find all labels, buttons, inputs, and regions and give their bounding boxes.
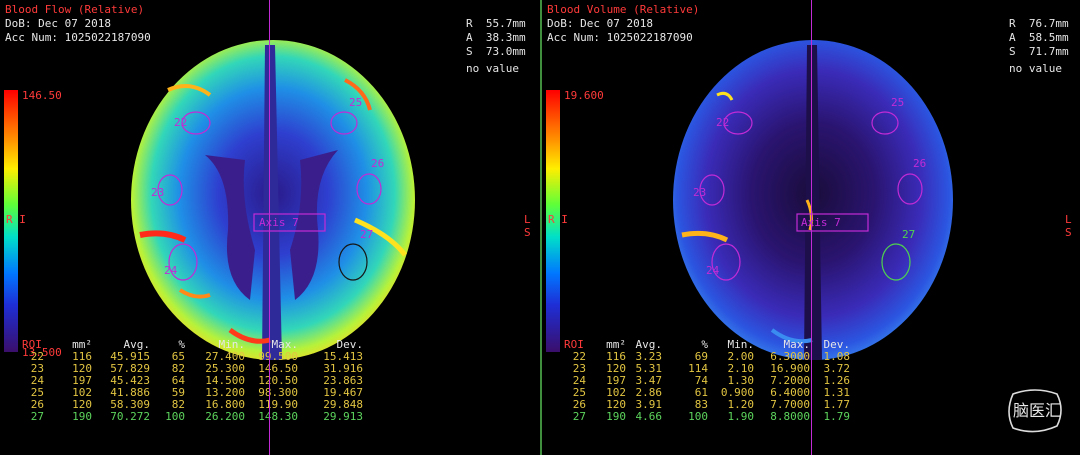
coord-s: S 73.0mm	[466, 45, 526, 58]
orientation-right: L S	[524, 213, 531, 239]
roi-label-26: 26	[913, 157, 927, 170]
roi-stats-table: ROI mm² Avg. % Min. Max. Dev. 22 116 45.91…	[22, 339, 363, 423]
axis-label: Axis 7	[259, 216, 299, 229]
roi-label-23: 23	[693, 186, 707, 199]
crosshair-line[interactable]	[269, 0, 270, 455]
roi-label-25: 25	[349, 96, 363, 109]
logo-text: 脑医汇	[1013, 401, 1062, 420]
blood-volume-panel: Blood Volume (Relative) DoB: Dec 07 2018…	[541, 0, 1080, 455]
table-row: 27 190 4.66 100 1.90 8.8000 1.79	[572, 410, 850, 423]
roi-label-25: 25	[891, 96, 905, 109]
roi-label-22: 22	[716, 116, 730, 129]
map-title: Blood Flow (Relative)	[5, 3, 145, 16]
roi-stats-table: ROI mm² Avg. % Min. Max. Dev. 22 116 3.23 6…	[564, 339, 850, 423]
map-title: Blood Volume (Relative)	[547, 3, 700, 16]
coord-s: S 71.7mm	[1009, 45, 1069, 58]
roi-label-24: 24	[164, 264, 178, 277]
coord-a: A 38.3mm	[466, 31, 526, 44]
orientation-right: L S	[1065, 213, 1072, 239]
roi-label-23: 23	[151, 186, 165, 199]
dob-label: DoB: Dec 07 2018	[5, 17, 111, 30]
crosshair-line[interactable]	[811, 0, 812, 455]
orientation-left: R I	[6, 213, 26, 226]
axis-label: Axis 7	[801, 216, 841, 229]
orientation-left: R I	[548, 213, 568, 226]
roi-label-27: 27	[902, 228, 916, 241]
pixel-value: no value	[1009, 62, 1062, 75]
scale-max-label: 19.600	[564, 89, 604, 102]
coord-a: A 58.5mm	[1009, 31, 1069, 44]
roi-label-24: 24	[706, 264, 720, 277]
roi-label-26: 26	[371, 157, 385, 170]
accession-number: Acc Num: 1025022187090	[547, 31, 693, 44]
table-row: 27 190 70.272 100 26.200 148.30 29.913	[30, 410, 363, 423]
scale-max-label: 146.50	[22, 89, 62, 102]
blood-flow-panel: Blood Flow (Relative) DoB: Dec 07 2018 A…	[0, 0, 541, 455]
roi-label-22: 22	[174, 116, 188, 129]
pixel-value: no value	[466, 62, 519, 75]
roi-label-27: 27	[360, 228, 374, 241]
coord-r: R 55.7mm	[466, 17, 526, 30]
accession-number: Acc Num: 1025022187090	[5, 31, 151, 44]
dob-label: DoB: Dec 07 2018	[547, 17, 653, 30]
coord-r: R 76.7mm	[1009, 17, 1069, 30]
